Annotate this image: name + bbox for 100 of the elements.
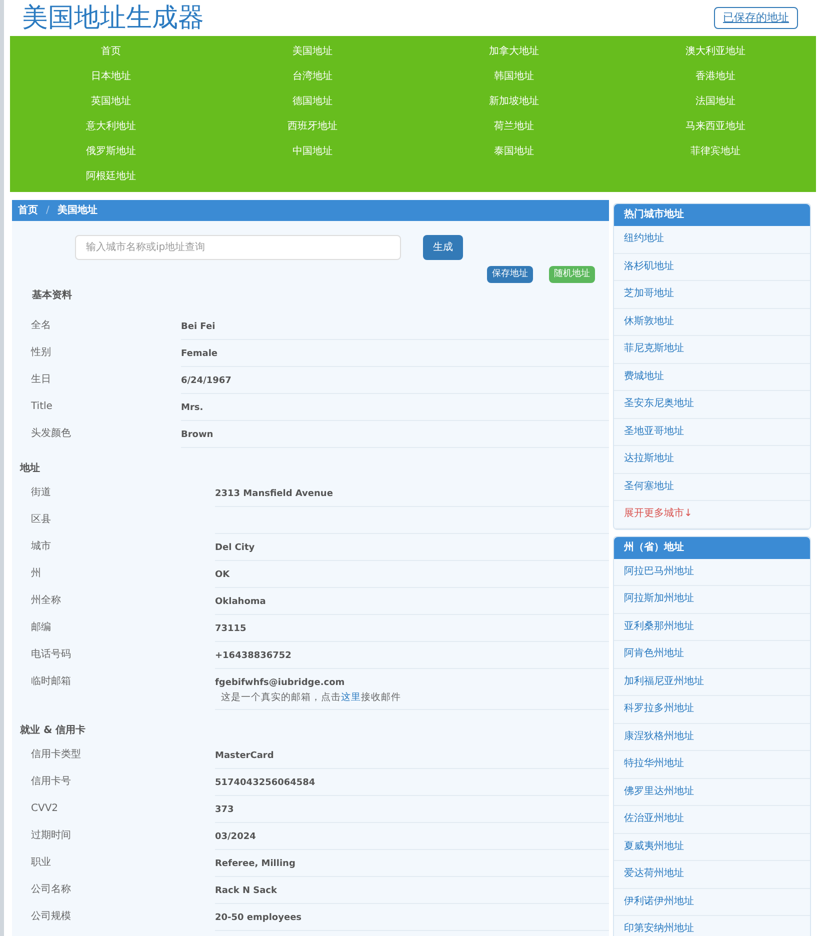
field-value: 73115 — [215, 624, 248, 635]
nav-link[interactable]: 马来西亚地址 — [685, 120, 746, 132]
sidebar-link[interactable]: 菲尼克斯地址 — [624, 343, 684, 356]
nav-link[interactable]: 西班牙地址 — [287, 120, 338, 132]
nav-link[interactable]: 泰国地址 — [494, 146, 534, 158]
field-label: 街道 — [31, 487, 52, 499]
sidebar-link[interactable]: 夏威夷州地址 — [624, 840, 684, 853]
field-label: 城市 — [31, 541, 52, 553]
nav-link[interactable]: 意大利地址 — [86, 120, 136, 132]
field-label: 电话号码 — [31, 649, 72, 661]
sidebar-link[interactable]: 佐治亚州地址 — [624, 813, 684, 826]
sidebar-link[interactable]: 圣何塞地址 — [624, 480, 674, 493]
sidebar-link[interactable]: 阿肯色州地址 — [624, 648, 684, 660]
field-label: 公司名称 — [31, 884, 72, 896]
sidebar-link[interactable]: 达拉斯地址 — [624, 453, 674, 466]
nav-link[interactable]: 法国地址 — [695, 96, 736, 108]
saved-addresses-button[interactable]: 已保存的地址 — [714, 6, 798, 30]
sidebar-link[interactable]: 加利福尼亚州地址 — [624, 676, 704, 688]
more-cities-link[interactable]: 展开更多城市↓ — [624, 508, 692, 520]
breadcrumb-link[interactable]: 首页 — [18, 203, 38, 218]
nav-link[interactable]: 韩国地址 — [494, 70, 534, 82]
nav-link[interactable]: 香港地址 — [695, 70, 736, 82]
sidebar-link[interactable]: 阿拉巴马州地址 — [624, 566, 694, 578]
nav-link[interactable]: 阿根廷地址 — [86, 170, 136, 182]
generate-button[interactable]: 生成 — [423, 235, 463, 260]
field-value: +16438836752 — [215, 651, 292, 662]
nav-link[interactable]: 德国地址 — [292, 96, 332, 108]
field-label: 生日 — [31, 374, 52, 386]
site-title: 美国地址生成器 — [22, 5, 204, 31]
nav-link[interactable]: 日本地址 — [90, 70, 131, 82]
field-value: Rack N Sack — [215, 886, 278, 897]
sidebar-link[interactable]: 亚利桑那州地址 — [624, 620, 694, 633]
nav-link[interactable]: 荷兰地址 — [494, 120, 534, 132]
field-value: MasterCard — [215, 751, 275, 762]
field-label: 区县 — [31, 514, 52, 526]
field-value: 03/2024 — [215, 832, 257, 843]
section-heading: 就业 & 信用卡 — [20, 724, 87, 738]
sidebar-link[interactable]: 圣地亚哥地址 — [624, 426, 684, 438]
field-value: OK — [215, 570, 231, 581]
sidebar-link[interactable]: 康涅狄格州地址 — [624, 730, 694, 743]
field-label: 信用卡号 — [31, 776, 72, 788]
sidebar-link[interactable]: 洛杉矶地址 — [624, 260, 674, 273]
panel-header: 州（省）地址 — [614, 536, 810, 558]
field-label: 全名 — [31, 320, 52, 332]
field-label: 公司规模 — [31, 911, 72, 923]
sidebar-link[interactable]: 爱达荷州地址 — [624, 868, 684, 880]
field-value: 5174043256064584 — [215, 778, 316, 789]
field-label: 临时邮箱 — [31, 676, 72, 688]
field-label: CVV2 — [31, 803, 60, 815]
sidebar-link[interactable]: 科罗拉多州地址 — [624, 703, 694, 716]
sidebar-link[interactable]: 阿拉斯加州地址 — [624, 593, 694, 606]
search-field[interactable]: 输入城市名称或ip地址查询 — [75, 235, 401, 260]
sidebar-link[interactable]: 费城地址 — [624, 370, 664, 383]
field-label: 性别 — [31, 347, 52, 359]
field-value: Del City — [215, 543, 256, 554]
sidebar-link[interactable]: 印第安纳州地址 — [624, 923, 694, 936]
nav-link[interactable]: 新加坡地址 — [488, 96, 539, 108]
nav-link[interactable]: 俄罗斯地址 — [86, 146, 136, 158]
field-value: Bei Fei — [181, 322, 216, 333]
field-label: 信用卡类型 — [31, 749, 82, 761]
email-link[interactable]: 这里 — [341, 692, 361, 703]
field-label: 过期时间 — [31, 830, 72, 842]
sidebar-link[interactable]: 纽约地址 — [624, 233, 664, 246]
sidebar-link[interactable]: 佛罗里达州地址 — [624, 786, 694, 798]
field-value: 6/24/1967 — [181, 376, 232, 387]
field-value: fgebifwhfs@iubridge.com — [215, 678, 346, 689]
email-note: 这是一个真实的邮箱，点击这里接收邮件 — [220, 692, 402, 704]
sidebar-link[interactable]: 伊利诺伊州地址 — [624, 896, 694, 908]
field-value: Brown — [181, 430, 214, 441]
action-button[interactable]: 保存地址 — [487, 266, 533, 283]
nav-link[interactable]: 菲律宾地址 — [690, 146, 740, 158]
field-label: Title — [31, 401, 54, 413]
action-button[interactable]: 随机地址 — [549, 266, 595, 283]
nav-link[interactable]: 首页 — [100, 46, 121, 58]
sidebar-link[interactable]: 特拉华州地址 — [624, 758, 684, 770]
field-value: 373 — [215, 805, 235, 816]
section-heading: 基本资料 — [32, 288, 73, 303]
field-label: 职业 — [31, 857, 52, 869]
sidebar-link[interactable]: 休斯敦地址 — [624, 316, 674, 328]
field-value: Referee, Milling — [215, 859, 296, 870]
breadcrumb-link[interactable]: 美国地址 — [57, 203, 98, 218]
nav-link[interactable]: 澳大利亚地址 — [685, 46, 746, 58]
field-label: 头发颜色 — [31, 428, 72, 440]
field-label: 州 — [31, 568, 42, 580]
nav-link[interactable]: 美国地址 — [292, 46, 332, 58]
nav-link[interactable]: 台湾地址 — [292, 70, 332, 82]
field-value: Mrs. — [181, 403, 204, 414]
field-value: 2313 Mansfield Avenue — [215, 489, 334, 500]
sidebar-link[interactable]: 芝加哥地址 — [624, 288, 674, 300]
breadcrumb-separator: / — [46, 204, 50, 218]
field-value: 20-50 employees — [215, 913, 303, 924]
section-heading: 地址 — [20, 462, 41, 476]
field-label: 州全称 — [31, 595, 62, 607]
field-value: Oklahoma — [215, 597, 267, 608]
nav-link[interactable]: 中国地址 — [292, 146, 332, 158]
field-value: Female — [181, 349, 219, 360]
field-label: 邮编 — [31, 622, 52, 634]
sidebar-link[interactable]: 圣安东尼奥地址 — [624, 398, 694, 410]
nav-link[interactable]: 英国地址 — [90, 96, 131, 108]
nav-link[interactable]: 加拿大地址 — [488, 46, 539, 58]
